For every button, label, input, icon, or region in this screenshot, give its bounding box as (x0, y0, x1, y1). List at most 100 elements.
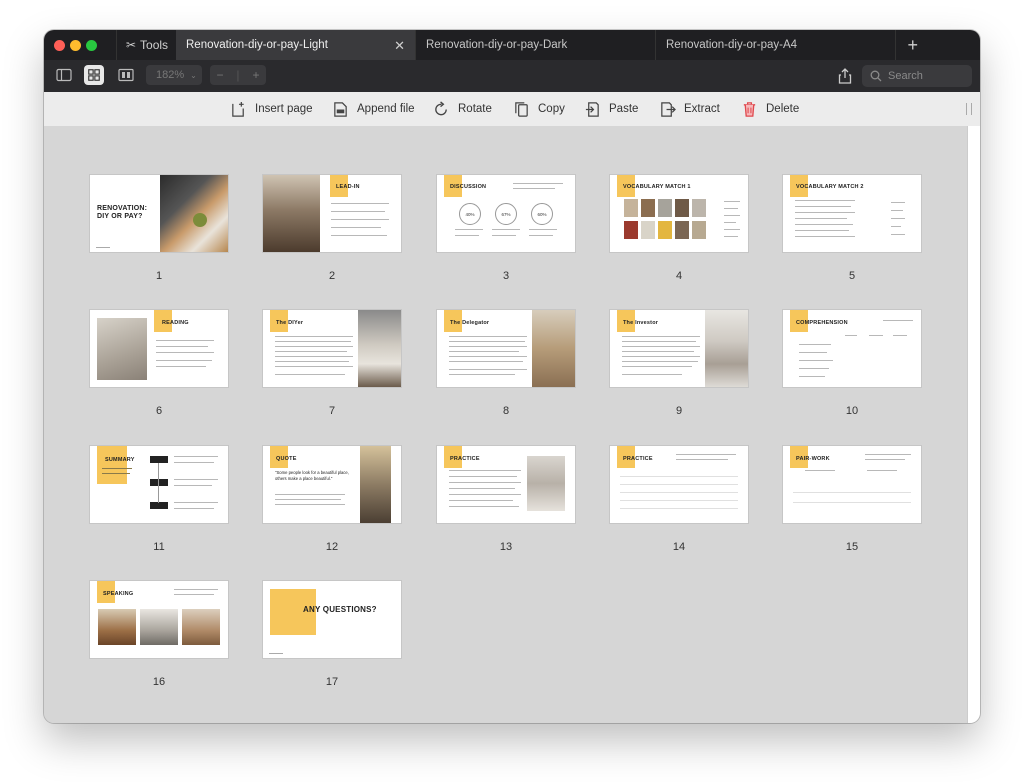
text-line (622, 374, 682, 376)
page-thumbnail[interactable]: PRACTICE (610, 446, 748, 523)
page-thumbnail[interactable]: VOCABULARY MATCH 1 (610, 175, 748, 252)
insert-page-button[interactable]: Insert page (230, 92, 313, 126)
tools-icon: ✂ (125, 38, 137, 52)
text-line (331, 235, 387, 237)
zoom-stepper[interactable]: − | + (210, 65, 266, 85)
tab-a4[interactable]: Renovation-diy-or-pay-A4 (656, 30, 896, 60)
text-line (275, 356, 353, 358)
paste-button[interactable]: Paste (584, 92, 638, 126)
page-thumbnail[interactable]: VOCABULARY MATCH 2 (783, 175, 921, 252)
photo (263, 175, 320, 252)
page-thumbnail[interactable]: QUOTE "Some people look for a beautiful … (263, 446, 401, 523)
grid-view-button[interactable] (84, 65, 104, 85)
page-thumbnail[interactable]: DISCUSSION 40% 67% 60% (437, 175, 575, 252)
page-thumbnail[interactable]: PAIR-WORK (783, 446, 921, 523)
grid-icon (88, 69, 100, 81)
close-window-button[interactable] (54, 40, 65, 51)
page-thumbnail[interactable]: READING (90, 310, 228, 387)
text-line (156, 360, 212, 362)
text-line (331, 211, 385, 213)
close-tab-icon[interactable]: ✕ (394, 38, 405, 54)
photo (641, 199, 655, 217)
tab-light[interactable]: Renovation-diy-or-pay-Light ✕ (176, 30, 416, 60)
page-title: VOCABULARY MATCH 2 (796, 184, 864, 190)
table-row-line (620, 492, 738, 494)
rotate-button[interactable]: Rotate (433, 92, 492, 126)
search-input[interactable]: Search (862, 65, 972, 87)
accent-block (97, 446, 127, 484)
photo (675, 221, 689, 239)
new-tab-button[interactable]: + (907, 35, 918, 56)
page-thumbnail[interactable]: SPEAKING (90, 581, 228, 658)
text-line (799, 360, 833, 362)
table-row-line (620, 484, 738, 486)
photo (692, 199, 706, 217)
text-line (795, 206, 851, 208)
page-number: 9 (675, 405, 683, 417)
delete-button[interactable]: Delete (741, 92, 799, 126)
tab-label: Renovation-diy-or-pay-Dark (426, 39, 568, 51)
page-thumbnail[interactable]: PRACTICE (437, 446, 575, 523)
page-number: 11 (153, 541, 165, 553)
text-line (174, 589, 218, 591)
text-line (891, 226, 901, 228)
page-thumbnail[interactable]: ANY QUESTIONS? (263, 581, 401, 658)
page-number: 5 (848, 270, 856, 282)
page-thumbnail[interactable]: The DIYer (263, 310, 401, 387)
tab-dark[interactable]: Renovation-diy-or-pay-Dark (416, 30, 656, 60)
text-line (492, 229, 520, 231)
page-title: COMPREHENSION (796, 320, 848, 326)
page-number: 12 (325, 541, 339, 553)
extract-button[interactable]: Extract (659, 92, 720, 126)
zoom-window-button[interactable] (86, 40, 97, 51)
text-line (449, 500, 513, 502)
text-line (529, 229, 557, 231)
text-line (331, 219, 389, 221)
text-line (795, 230, 849, 232)
share-icon[interactable] (838, 68, 852, 84)
text-line (845, 335, 857, 337)
text-line (449, 488, 515, 490)
delete-label: Delete (766, 103, 800, 115)
tools-button[interactable]: ✂ Tools (116, 30, 178, 60)
page-thumbnail[interactable]: RENOVATION: DIY OR PAY? (90, 175, 228, 252)
text-line (724, 201, 740, 203)
photo (358, 310, 401, 387)
zoom-in-button[interactable]: + (252, 68, 259, 82)
zoom-select[interactable]: 182% ⌄ (146, 65, 202, 85)
text-line (513, 188, 555, 190)
text-line (174, 462, 214, 464)
copy-button[interactable]: Copy (513, 92, 565, 126)
text-line (622, 366, 692, 368)
photo (624, 221, 638, 239)
page-title: SPEAKING (103, 591, 134, 597)
text-line (275, 366, 353, 368)
text-line (449, 374, 515, 376)
photo (140, 609, 178, 645)
page-thumbnail[interactable]: SUMMARY (90, 446, 228, 523)
page-thumbnail[interactable]: The Delegator (437, 310, 575, 387)
zoom-out-button[interactable]: − (216, 68, 223, 82)
quote-text: "Some people look for a beautiful place,… (275, 470, 349, 481)
page-title: RENOVATION: DIY OR PAY? (97, 205, 148, 220)
vertical-scrollbar[interactable] (967, 126, 980, 723)
photo (705, 310, 748, 387)
text-line (805, 470, 835, 472)
page-thumbnail[interactable]: LEAD-IN (263, 175, 401, 252)
text-line (867, 470, 897, 472)
photo (527, 456, 565, 511)
text-line (275, 351, 347, 353)
single-page-view-icon[interactable] (118, 67, 134, 83)
minimize-window-button[interactable] (70, 40, 81, 51)
sidebar-toggle-icon[interactable] (56, 67, 72, 83)
toolbar-grip[interactable] (966, 103, 972, 115)
text-line (174, 479, 218, 481)
table-row-line (793, 492, 911, 494)
append-file-button[interactable]: Append file (332, 92, 415, 126)
photo (360, 446, 391, 523)
page-number: 14 (672, 541, 686, 553)
page-thumbnail[interactable]: COMPREHENSION (783, 310, 921, 387)
text-line (275, 374, 345, 376)
text-line (449, 506, 519, 508)
page-thumbnail[interactable]: The Investor (610, 310, 748, 387)
